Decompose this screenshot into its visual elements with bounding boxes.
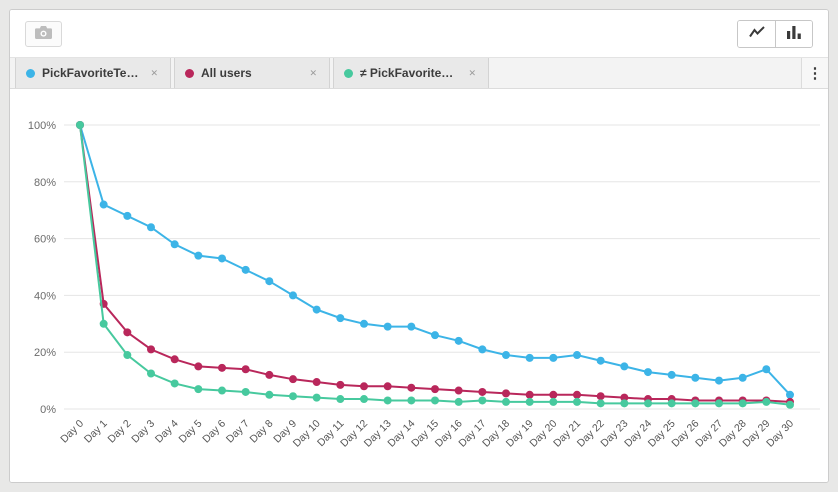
series-color-dot: [344, 69, 353, 78]
bar-chart-toggle-button[interactable]: [775, 21, 812, 47]
svg-text:Day 4: Day 4: [153, 418, 181, 446]
series-tab-label: All users: [201, 66, 300, 80]
series-tab-all-users[interactable]: All users ✕: [174, 58, 330, 88]
series-tabstrip: PickFavoriteTeam ✕ All users ✕ ≠ PickFav…: [10, 57, 828, 89]
svg-text:Day 0: Day 0: [58, 418, 86, 446]
series-tab-label: PickFavoriteTeam: [42, 66, 141, 80]
chart-card: PickFavoriteTeam ✕ All users ✕ ≠ PickFav…: [9, 9, 829, 483]
svg-text:0%: 0%: [40, 404, 56, 416]
series-color-dot: [185, 69, 194, 78]
line-chart-toggle-button[interactable]: [738, 21, 775, 47]
svg-text:Day 30: Day 30: [764, 418, 796, 450]
svg-text:20%: 20%: [34, 347, 56, 359]
svg-text:Day 7: Day 7: [224, 418, 252, 446]
toolbar: [10, 10, 828, 57]
svg-text:Day 3: Day 3: [129, 418, 157, 446]
svg-text:100%: 100%: [28, 120, 56, 132]
svg-text:Day 2: Day 2: [106, 418, 134, 446]
svg-text:80%: 80%: [34, 177, 56, 189]
svg-text:Day 1: Day 1: [82, 418, 110, 446]
close-icon[interactable]: ✕: [148, 66, 160, 81]
bar-chart-icon: [787, 26, 801, 42]
line-chart-icon: [749, 26, 765, 41]
close-icon[interactable]: ✕: [307, 66, 319, 81]
more-options-button[interactable]: ⋮: [801, 58, 828, 88]
svg-text:Day 8: Day 8: [248, 418, 276, 446]
svg-text:Day 5: Day 5: [177, 418, 205, 446]
svg-text:60%: 60%: [34, 234, 56, 246]
camera-icon: [35, 26, 52, 42]
page: PickFavoriteTeam ✕ All users ✕ ≠ PickFav…: [0, 0, 838, 492]
close-icon[interactable]: ✕: [466, 66, 478, 81]
retention-chart: 0%20%40%60%80%100%Day 0Day 1Day 2Day 3Da…: [10, 89, 828, 483]
export-image-button[interactable]: [25, 21, 62, 47]
series-tab-label: ≠ PickFavoriteTeam…: [360, 66, 459, 80]
svg-text:40%: 40%: [34, 290, 56, 302]
series-tab-pickfavoriteteam[interactable]: PickFavoriteTeam ✕: [15, 58, 171, 88]
retention-chart-svg: 0%20%40%60%80%100%Day 0Day 1Day 2Day 3Da…: [10, 89, 828, 483]
chart-type-toggle: [737, 20, 813, 48]
series-tab-not-pickfavoriteteam[interactable]: ≠ PickFavoriteTeam… ✕: [333, 58, 489, 88]
svg-text:Day 6: Day 6: [200, 418, 228, 446]
series-color-dot: [26, 69, 35, 78]
